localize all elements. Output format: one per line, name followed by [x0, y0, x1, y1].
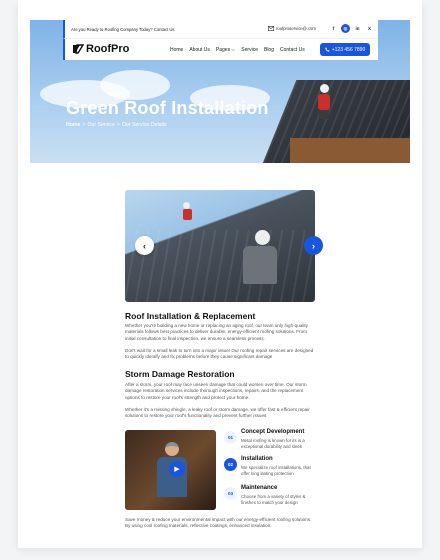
closing-paragraph: Save money & reduce your environmental i… [125, 517, 312, 529]
section-heading: Roof Installation & Replacement [125, 311, 256, 321]
nav-contact[interactable]: Contact Us [280, 47, 305, 53]
linkedin-icon[interactable]: in [353, 24, 362, 33]
play-icon[interactable]: ▶ [169, 461, 185, 477]
page-card: Green Roof Installation Home > Our Servi… [18, 0, 422, 548]
top-bar-message: Are you Ready to Roofing Company Today? … [71, 27, 175, 32]
roofer-figure [183, 202, 193, 222]
phone-text: +123 456 7890 [331, 46, 366, 53]
feature-number: 02 [224, 458, 237, 471]
roofer-figure [243, 230, 283, 292]
breadcrumb-home[interactable]: Home [66, 122, 80, 128]
top-contact-link[interactable]: Contact Us [154, 27, 175, 32]
feature-desc: Choose from a variety of styles & finish… [241, 494, 306, 505]
feature-desc: We specialize roof installations, that o… [241, 465, 311, 476]
logo[interactable]: RoofPro [72, 43, 129, 55]
roofpro-logo-icon [73, 44, 84, 54]
mail-icon [268, 26, 274, 31]
page-title: Green Roof Installation [66, 98, 269, 118]
ready-text: Are you Ready to Roofing Company Today? [71, 26, 153, 32]
chevron-down-icon: ⌵ [231, 47, 236, 53]
feature-number: 03 [224, 487, 237, 500]
cloud [100, 70, 170, 100]
nav-menu: Home About Us Pages ⌵ Service Blog Conta… [170, 47, 305, 53]
feature-desc: Metal roofing is known for its is a exce… [241, 438, 305, 449]
breadcrumb-separator: > [116, 122, 120, 128]
roof-beam [290, 138, 410, 163]
email-text: roofproservice@.com [276, 26, 316, 31]
section-paragraph: Whether it's a missing shingle, a leaky … [125, 407, 310, 419]
section-heading: Storm Damage Restoration [125, 369, 235, 379]
section-paragraph: After a storm, your roof may face unseen… [125, 382, 307, 400]
breadcrumb-current: Our Service Details [121, 122, 167, 128]
breadcrumb-separator: > [82, 122, 86, 128]
nav-pages-label: Pages [215, 47, 231, 53]
nav-blog[interactable]: Blog [264, 47, 274, 53]
instagram-icon[interactable]: ◎ [341, 24, 350, 33]
slider-prev-button[interactable]: ‹ [135, 236, 154, 255]
logo-text: RoofPro [86, 43, 130, 55]
slider-next-button[interactable]: › [304, 236, 323, 255]
feature-title: Concept Development [241, 429, 305, 435]
top-email[interactable]: roofproservice@.com [268, 26, 316, 31]
feature-title: Maintenance [241, 485, 278, 491]
nav-service[interactable]: Service [241, 47, 258, 53]
section-paragraph: Don't wait for a small leak to turn into… [125, 348, 314, 360]
feature-title: Installation [241, 456, 273, 462]
video-thumbnail[interactable]: ▶ [125, 430, 216, 510]
nav-about[interactable]: About Us [189, 47, 210, 53]
feature-number: 01 [224, 431, 237, 444]
phone-button[interactable]: +123 456 7890 [320, 43, 370, 56]
nav-pages[interactable]: Pages ⌵ [216, 47, 235, 53]
breadcrumb: Home > Our Service > Our Service Details [66, 122, 167, 128]
roofer-figure [316, 84, 332, 119]
phone-icon [325, 47, 330, 52]
x-twitter-icon[interactable]: X [365, 24, 374, 33]
section-paragraph: Whether you're building a new home or re… [125, 323, 308, 341]
nav-home[interactable]: Home [170, 47, 183, 53]
facebook-icon[interactable]: f [329, 24, 338, 33]
breadcrumb-our-service[interactable]: Our Service [87, 122, 114, 128]
main-nav: RoofPro Home About Us Pages ⌵ Service Bl… [63, 38, 378, 60]
top-bar: Are you Ready to Roofing Company Today? … [63, 20, 378, 38]
